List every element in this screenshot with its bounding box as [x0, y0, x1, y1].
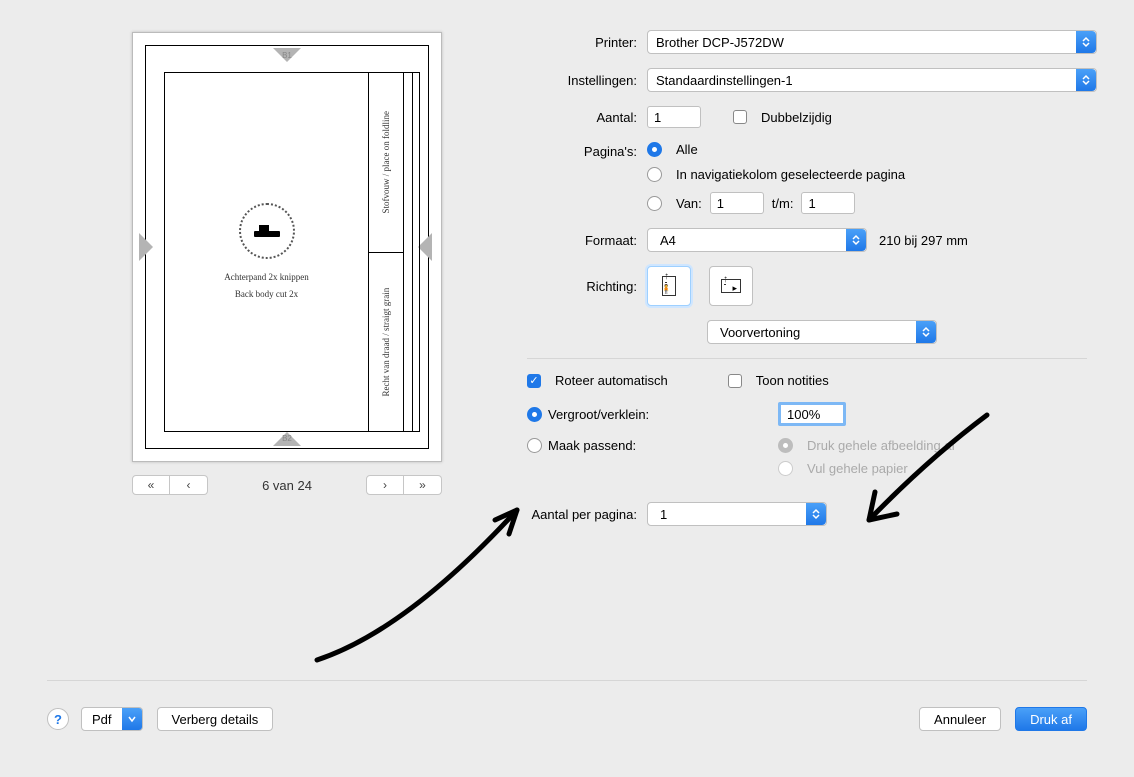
scale-label: Vergroot/verklein:	[548, 407, 718, 422]
fit-whole-image-label: Druk gehele afbeelding af	[807, 438, 955, 453]
settings-label: Instellingen:	[517, 73, 647, 88]
scale-input[interactable]: 100%	[778, 402, 846, 426]
side-label-top: Stofvouw / place on foldline	[369, 73, 403, 252]
chevron-down-icon	[122, 708, 142, 730]
fit-whole-image-radio	[778, 438, 793, 453]
rotate-auto-checkbox[interactable]: ✓	[527, 374, 541, 388]
pages-nav-radio[interactable]	[647, 167, 662, 182]
chevrons-icon	[916, 321, 936, 343]
per-page-value: 1	[660, 507, 667, 522]
chevrons-icon	[806, 503, 826, 525]
settings-value: Standaardinstellingen-1	[656, 73, 793, 88]
pages-to-input[interactable]: 1	[801, 192, 855, 214]
format-dimensions: 210 bij 297 mm	[879, 233, 968, 248]
pages-range-radio[interactable]	[647, 196, 662, 211]
orientation-portrait-button[interactable]: ↑🧍	[647, 266, 691, 306]
show-notes-label: Toon notities	[756, 373, 829, 388]
section-value: Voorvertoning	[720, 325, 800, 340]
chevrons-icon	[846, 229, 866, 251]
pages-all-label: Alle	[676, 142, 698, 157]
chevrons-icon	[1076, 69, 1096, 91]
printer-label: Printer:	[517, 35, 647, 50]
pages-to-label: t/m:	[772, 196, 794, 211]
page-next-button[interactable]: ›	[366, 475, 404, 495]
pages-from-input[interactable]: 1	[710, 192, 764, 214]
format-value: A4	[660, 233, 676, 248]
page-last-button[interactable]: »	[404, 475, 442, 495]
reg-label-bottom: B2	[276, 434, 298, 443]
hide-details-button[interactable]: Verberg details	[157, 707, 274, 731]
help-button[interactable]: ?	[47, 708, 69, 730]
pattern-logo-icon	[239, 203, 295, 259]
orientation-landscape-button[interactable]: ↑▸	[709, 266, 753, 306]
fit-label: Maak passend:	[548, 438, 718, 453]
fit-radio[interactable]	[527, 438, 542, 453]
printer-select[interactable]: Brother DCP-J572DW	[647, 30, 1097, 54]
chevrons-icon	[1076, 31, 1096, 53]
per-page-select[interactable]: 1	[647, 502, 827, 526]
page-indicator: 6 van 24	[262, 478, 312, 493]
settings-select[interactable]: Standaardinstellingen-1	[647, 68, 1097, 92]
orientation-label: Richting:	[517, 279, 647, 294]
scale-radio[interactable]	[527, 407, 542, 422]
reg-mark-right-icon	[418, 233, 432, 261]
duplex-label: Dubbelzijdig	[761, 110, 832, 125]
pdf-menu-button[interactable]: Pdf	[81, 707, 143, 731]
cancel-button[interactable]: Annuleer	[919, 707, 1001, 731]
printer-value: Brother DCP-J572DW	[656, 35, 784, 50]
format-label: Formaat:	[517, 233, 647, 248]
per-page-label: Aantal per pagina:	[397, 507, 647, 522]
show-notes-checkbox[interactable]	[728, 374, 742, 388]
page-prev-button[interactable]: ‹	[170, 475, 208, 495]
fit-whole-paper-label: Vul gehele papier	[807, 461, 908, 476]
rotate-auto-label: Roteer automatisch	[555, 373, 668, 388]
side-label-bottom: Recht van draad / straigt grain	[369, 253, 403, 432]
copies-label: Aantal:	[517, 110, 647, 125]
fit-whole-paper-radio	[778, 461, 793, 476]
pdf-label: Pdf	[82, 712, 122, 727]
pattern-text-1: Achterpand 2x knippen	[224, 271, 308, 284]
section-select[interactable]: Voorvertoning	[707, 320, 937, 344]
duplex-checkbox[interactable]	[733, 110, 747, 124]
reg-label-top: B1	[276, 51, 298, 60]
reg-mark-left-icon	[139, 233, 153, 261]
print-preview: B1 B2 Achterpand 2x knippen Back body cu…	[132, 32, 442, 462]
pages-nav-label: In navigatiekolom geselecteerde pagina	[676, 167, 905, 182]
page-first-button[interactable]: «	[132, 475, 170, 495]
pattern-text-2: Back body cut 2x	[235, 288, 298, 301]
pages-all-radio[interactable]	[647, 142, 662, 157]
pages-from-label: Van:	[676, 196, 702, 211]
separator	[527, 358, 1087, 359]
pages-label: Pagina's:	[517, 142, 647, 159]
print-button[interactable]: Druk af	[1015, 707, 1087, 731]
copies-input[interactable]: 1	[647, 106, 701, 128]
format-select[interactable]: A4	[647, 228, 867, 252]
